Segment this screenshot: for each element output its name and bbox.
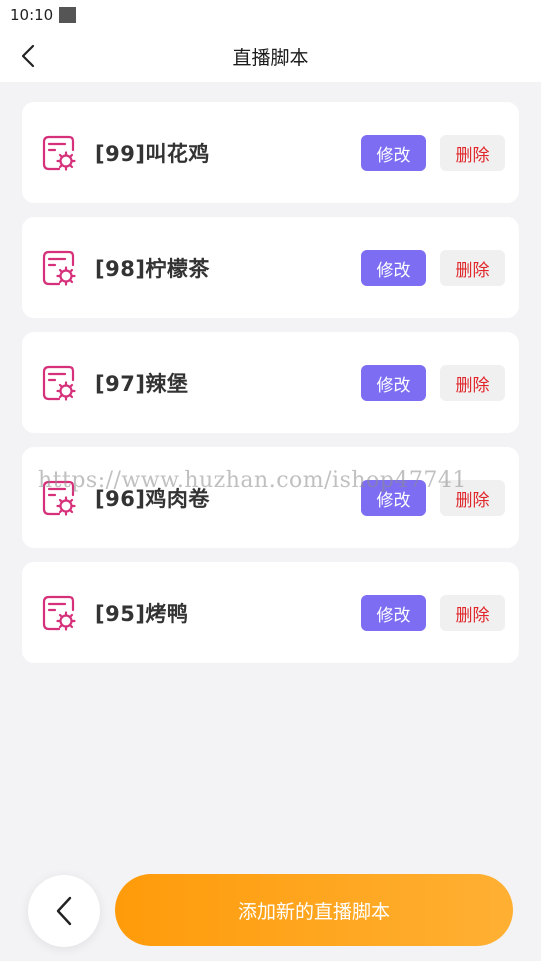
script-title: [98]柠檬茶 <box>95 256 210 281</box>
back-button[interactable] <box>14 42 42 70</box>
delete-button[interactable]: 删除 <box>440 365 505 401</box>
status-time: 10:10 <box>10 6 54 24</box>
chevron-left-icon <box>56 896 72 926</box>
edit-button[interactable]: 修改 <box>361 135 426 171</box>
delete-button[interactable]: 删除 <box>440 135 505 171</box>
script-title: [96]鸡肉卷 <box>95 486 210 511</box>
delete-button[interactable]: 删除 <box>440 480 505 516</box>
script-title: [95]烤鸭 <box>95 601 189 626</box>
script-card[interactable]: [95]烤鸭 修改 删除 <box>22 562 519 663</box>
add-script-button[interactable]: 添加新的直播脚本 <box>115 874 513 946</box>
script-settings-icon <box>39 364 77 402</box>
script-card[interactable]: [96]鸡肉卷 修改 删除 <box>22 447 519 548</box>
delete-button[interactable]: 删除 <box>440 250 505 286</box>
script-title: [97]辣堡 <box>95 371 189 396</box>
status-bar: 10:10 <box>0 0 541 30</box>
edit-button[interactable]: 修改 <box>361 250 426 286</box>
edit-button[interactable]: 修改 <box>361 595 426 631</box>
script-settings-icon <box>39 479 77 517</box>
script-list: [99]叫花鸡 修改 删除 [98]柠檬茶 修改 删除 [97]辣堡 修改 删除… <box>0 82 541 663</box>
bottom-back-button[interactable] <box>28 875 100 947</box>
script-card[interactable]: [99]叫花鸡 修改 删除 <box>22 102 519 203</box>
chevron-left-icon <box>21 44 35 68</box>
script-settings-icon <box>39 134 77 172</box>
page-title: 直播脚本 <box>232 46 309 69</box>
script-card[interactable]: [97]辣堡 修改 删除 <box>22 332 519 433</box>
script-title: [99]叫花鸡 <box>95 141 210 166</box>
script-settings-icon <box>39 249 77 287</box>
edit-button[interactable]: 修改 <box>361 365 426 401</box>
notification-icon <box>59 7 77 23</box>
edit-button[interactable]: 修改 <box>361 480 426 516</box>
script-settings-icon <box>39 594 77 632</box>
script-card[interactable]: [98]柠檬茶 修改 删除 <box>22 217 519 318</box>
nav-bar: 直播脚本 <box>0 30 541 82</box>
delete-button[interactable]: 删除 <box>440 595 505 631</box>
